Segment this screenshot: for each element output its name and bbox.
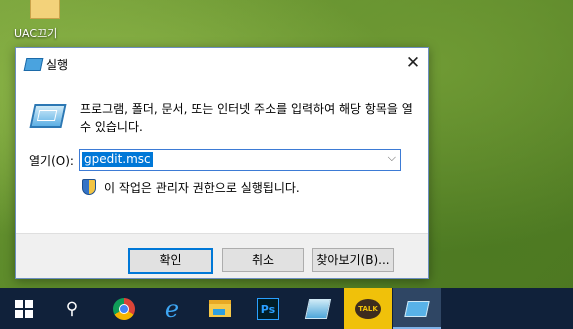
admin-note: 이 작업은 관리자 권한으로 실행됩니다. [104,181,300,195]
dialog-title: 실행 [46,58,69,72]
dialog-footer: 확인 취소 찾아보기(B)... [16,233,428,278]
glass-app-icon [304,298,332,319]
file-explorer-icon [209,300,231,317]
title-bar[interactable]: 실행 ✕ [16,48,428,79]
taskbar-run[interactable] [393,288,441,329]
close-button[interactable]: ✕ [398,48,428,79]
run-app-icon [23,58,44,71]
chevron-down-icon[interactable]: ⌵ [388,151,396,165]
taskbar-internet-explorer[interactable]: e [148,288,196,329]
open-label: 열기(O): [29,154,74,168]
desktop-icon-uac[interactable]: UAC끄기 [14,0,76,41]
taskbar-kakaotalk[interactable]: TALK [344,288,392,329]
cancel-button[interactable]: 취소 [222,248,304,272]
desktop-icon-label: UAC끄기 [14,27,58,40]
folder-icon [30,0,60,19]
start-button[interactable] [0,288,48,329]
ok-button[interactable]: 확인 [128,248,213,274]
search-button[interactable]: ⚲ [48,288,96,329]
taskbar-photoshop[interactable]: Ps [244,288,292,329]
taskbar-glass-app[interactable] [294,288,342,329]
taskbar: ⚲ e Ps TALK [0,288,573,329]
chrome-icon [113,297,135,320]
run-large-icon [29,104,67,128]
uac-shield-icon [82,179,96,195]
run-dialog: 실행 ✕ 프로그램, 폴더, 문서, 또는 인터넷 주소를 입력하여 해당 항목… [15,47,429,279]
photoshop-icon: Ps [257,297,279,320]
taskbar-chrome[interactable] [100,288,148,329]
internet-explorer-icon: e [164,294,180,323]
browse-button[interactable]: 찾아보기(B)... [312,248,394,272]
open-input-value[interactable]: gpedit.msc [82,152,153,167]
dialog-description: 프로그램, 폴더, 문서, 또는 인터넷 주소를 입력하여 해당 항목을 열 수… [80,102,413,134]
search-icon: ⚲ [65,298,79,319]
taskbar-file-explorer[interactable] [196,288,244,329]
run-icon [404,300,430,317]
kakaotalk-icon: TALK [355,298,381,319]
windows-start-icon [15,299,33,318]
open-combobox[interactable]: gpedit.msc ⌵ [79,149,401,171]
